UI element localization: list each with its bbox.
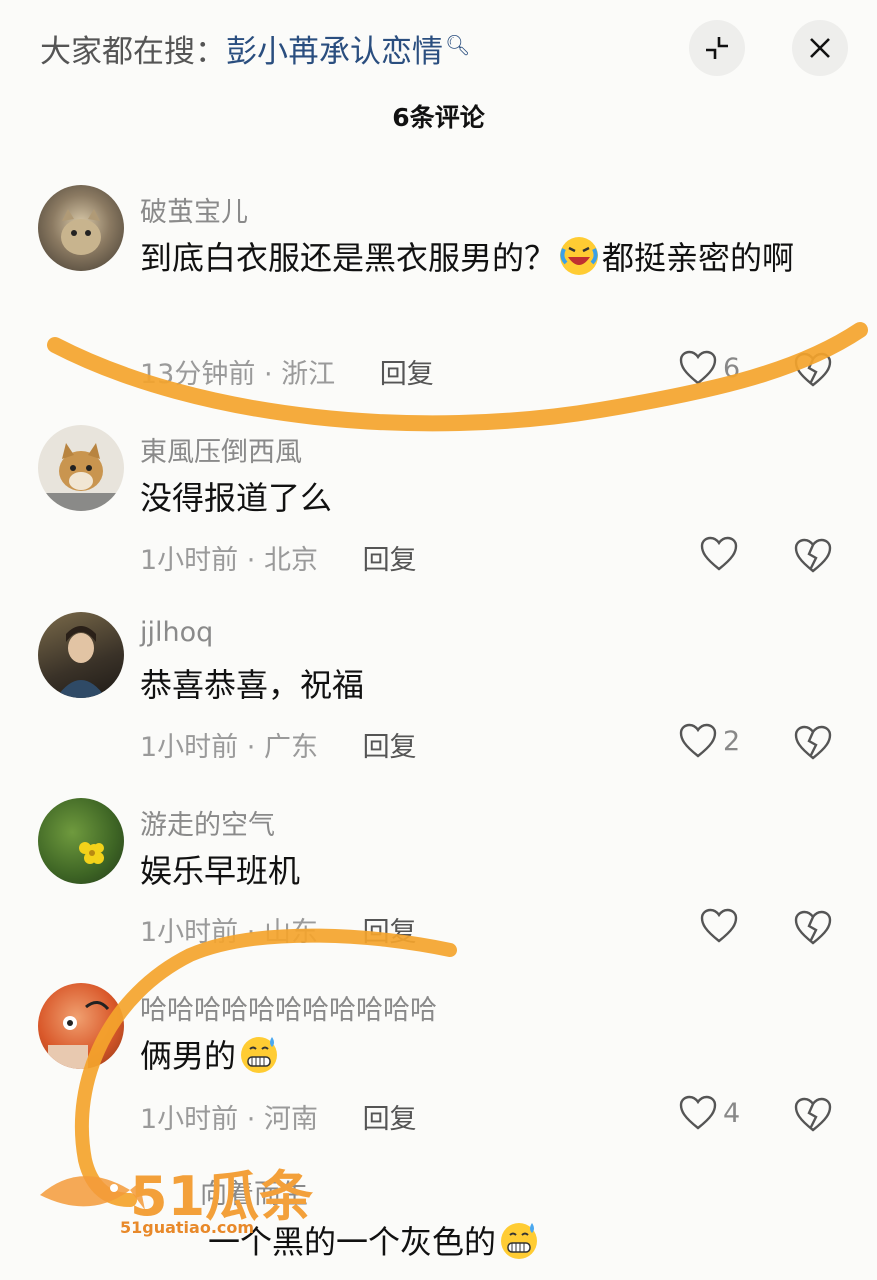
comment-location: 河南 <box>263 1104 318 1135</box>
comment-username[interactable]: 東風压倒西風 <box>140 430 302 469</box>
like-button[interactable] <box>700 536 738 572</box>
broken-heart-icon <box>794 352 832 387</box>
comment-location: 广东 <box>263 732 318 763</box>
comment-username[interactable]: 游走的空气 <box>140 803 275 842</box>
comment-location: 北京 <box>263 545 318 576</box>
comment-username[interactable]: 哈哈哈哈哈哈哈哈哈哈哈 <box>140 988 437 1027</box>
comment-text-part: 到底白衣服还是黑衣服男的？ <box>140 239 557 277</box>
comment-text: 没得报道了么 <box>140 479 333 517</box>
like-button[interactable]: 4 <box>679 1095 740 1131</box>
reply-button[interactable]: 回复 <box>363 917 417 948</box>
comment-time: 1小时前 <box>140 1104 239 1135</box>
broken-heart-icon <box>794 725 832 760</box>
dislike-button[interactable] <box>794 725 832 765</box>
top-bar: 大家都在搜：彭小苒承认恋情 🔍︎ <box>0 0 877 100</box>
comment-meta: 1小时前 · 广东 回复 <box>140 725 417 764</box>
broken-heart-icon <box>794 1097 832 1132</box>
flower-avatar-icon <box>79 842 104 864</box>
comment-count: 6条评论 <box>392 103 485 132</box>
watermark-domain: 51guatiao.com <box>120 1218 255 1237</box>
search-icon: 🔍︎ <box>445 33 471 57</box>
comment-text: 娱乐早班机 <box>140 852 301 890</box>
laugh-cry-emoji-icon <box>560 237 599 275</box>
avatar[interactable] <box>38 983 124 1069</box>
broken-heart-icon <box>794 538 832 573</box>
close-button[interactable] <box>792 20 848 76</box>
broken-heart-icon <box>794 910 832 945</box>
reply-button[interactable]: 回复 <box>363 732 417 763</box>
cartoon-avatar-icon <box>48 1001 110 1069</box>
collapse-button[interactable] <box>689 20 745 76</box>
like-button[interactable]: 6 <box>679 350 740 386</box>
heart-icon <box>700 908 738 943</box>
search-term[interactable]: 彭小苒承认恋情 <box>226 34 443 70</box>
comment-text: 到底白衣服还是黑衣服男的？ 都挺亲密的啊 <box>140 230 840 286</box>
like-count: 6 <box>723 352 741 384</box>
comment-location: 山东 <box>263 917 318 948</box>
separator: · <box>246 1104 256 1135</box>
comment-time: 1小时前 <box>140 917 239 948</box>
heart-icon <box>700 536 738 571</box>
dislike-button[interactable] <box>794 1097 832 1137</box>
avatar[interactable] <box>38 798 124 884</box>
comment-meta: 1小时前 · 山东 回复 <box>140 910 417 949</box>
comment-time: 1小时前 <box>140 545 239 576</box>
cat-avatar-icon <box>38 443 124 511</box>
comment-username[interactable]: jjlhoq <box>140 617 213 648</box>
comment-text: 恭喜恭喜，祝福 <box>140 666 365 704</box>
grimace-sweat-emoji-icon <box>501 1223 538 1259</box>
reply-button[interactable]: 回复 <box>363 1104 417 1135</box>
avatar[interactable] <box>38 185 124 271</box>
close-icon <box>810 38 830 58</box>
avatar[interactable] <box>38 612 124 698</box>
dislike-button[interactable] <box>794 352 832 392</box>
comment-text-part: 俩男的 <box>140 1037 237 1075</box>
grimace-sweat-emoji-icon <box>241 1037 278 1073</box>
avatar[interactable] <box>38 425 124 511</box>
search-suggestion[interactable]: 大家都在搜：彭小苒承认恋情 🔍︎ <box>40 26 470 71</box>
separator: · <box>246 917 256 948</box>
comment-meta: 1小时前 · 河南 回复 <box>140 1097 417 1136</box>
dislike-button[interactable] <box>794 910 832 950</box>
character-avatar-icon <box>56 626 106 698</box>
like-button[interactable] <box>700 908 738 944</box>
separator: · <box>246 732 256 763</box>
like-button[interactable]: 2 <box>679 723 740 759</box>
heart-icon <box>679 350 717 385</box>
comment-meta: 13分钟前 · 浙江 回复 <box>140 352 434 391</box>
comment-location: 浙江 <box>281 359 336 390</box>
collapse-icon <box>706 37 728 59</box>
cat-avatar-icon <box>61 209 101 255</box>
like-count: 2 <box>723 725 741 757</box>
reply-button[interactable]: 回复 <box>380 359 434 390</box>
reply-button[interactable]: 回复 <box>363 545 417 576</box>
annotation-strokes <box>47 322 868 1207</box>
heart-icon <box>679 1095 717 1130</box>
comment-text-part: 都挺亲密的啊 <box>602 239 795 277</box>
search-prefix: 大家都在搜： <box>40 34 226 70</box>
comment-time: 13分钟前 <box>140 359 256 390</box>
comment-meta: 1小时前 · 北京 回复 <box>140 538 417 577</box>
comment-username[interactable]: 破茧宝儿 <box>140 190 248 229</box>
heart-icon <box>679 723 717 758</box>
separator: · <box>263 359 273 390</box>
comment-text: 俩男的 <box>140 1028 840 1084</box>
separator: · <box>246 545 256 576</box>
like-count: 4 <box>723 1097 741 1129</box>
dislike-button[interactable] <box>794 538 832 578</box>
comment-time: 1小时前 <box>140 732 239 763</box>
